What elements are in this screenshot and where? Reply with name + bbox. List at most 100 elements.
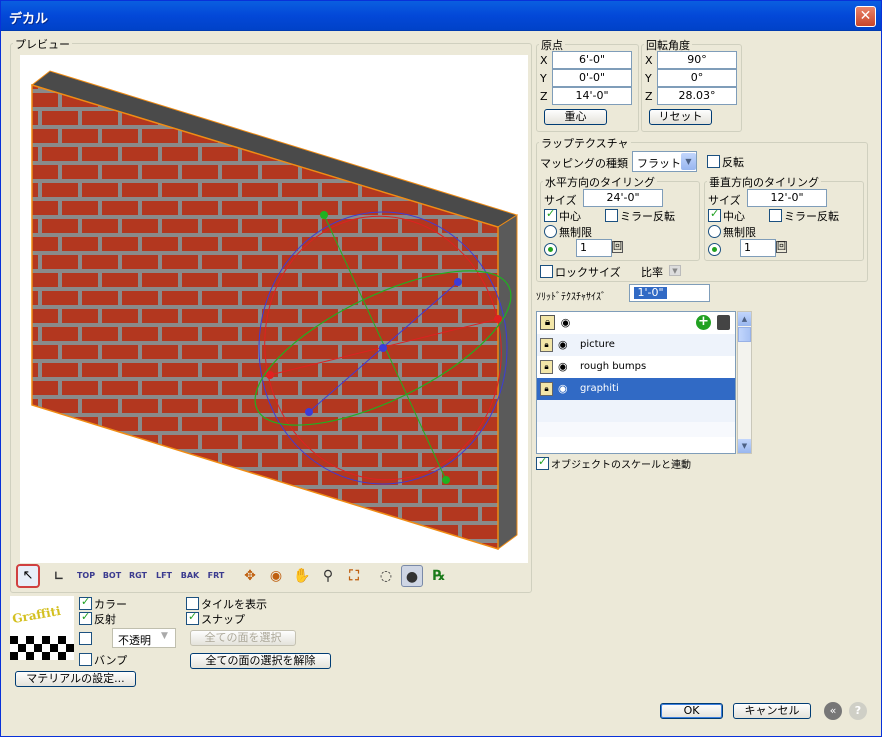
axis-view-button[interactable]: ∟	[48, 565, 70, 587]
chevron-down-icon: ▼	[681, 153, 696, 170]
help-icon[interactable]: ?	[849, 702, 867, 720]
eye-icon[interactable]: ◉	[558, 334, 568, 356]
lock-icon[interactable]: 🔒︎	[540, 360, 553, 374]
rotation-y-field[interactable]: 0°	[657, 69, 737, 87]
preview-canvas[interactable]	[20, 55, 528, 563]
title-bar: デカル ✕	[1, 1, 881, 31]
origin-z-field[interactable]: 14'-0"	[552, 87, 632, 105]
layer-row[interactable]: 🔒︎ ◉ picture	[537, 334, 735, 356]
lock-icon[interactable]: 🔒︎	[540, 315, 555, 330]
layers-header: 🔒︎ ◉ +	[537, 312, 735, 334]
origin-x-label: X	[540, 54, 548, 67]
horizontal-tiling-label: 水平方向のタイリング	[543, 174, 657, 190]
v-infinite-radio[interactable]	[708, 225, 721, 238]
zoom-icon[interactable]: ⚲	[317, 565, 339, 587]
close-button[interactable]: ✕	[855, 6, 876, 27]
zoom-extents-icon[interactable]: ⛶	[343, 565, 365, 587]
back-icon[interactable]: «	[824, 702, 842, 720]
origin-x-field[interactable]: 6'-0"	[552, 51, 632, 69]
show-tiles-checkbox[interactable]	[186, 597, 199, 610]
h-count-field[interactable]: 1	[576, 239, 612, 257]
pan-hand-icon[interactable]: ✋	[291, 565, 313, 587]
render-icon[interactable]: ℞	[428, 565, 450, 587]
wrap-texture-label: ラップテクスチャ	[539, 135, 631, 151]
ratio-label: 比率	[641, 266, 663, 279]
color-checkbox[interactable]	[79, 595, 92, 610]
flip-label: 反転	[722, 156, 744, 169]
reset-button[interactable]: リセット	[649, 109, 712, 125]
bump-label: バンプ	[94, 654, 128, 667]
v-count-radio[interactable]	[708, 243, 721, 256]
snap-label: スナップ	[201, 613, 245, 626]
walk-icon[interactable]: ◉	[265, 565, 287, 587]
layers-list[interactable]: 🔒︎ ◉ + 🔒︎ ◉ picture 🔒︎ ◉ rough bumps 🔒︎ …	[536, 311, 736, 454]
layer-row-empty	[537, 422, 735, 437]
opacity-select[interactable]: 不透明 ▼	[112, 628, 176, 648]
solid-texture-size-selection: 1'-0"	[634, 287, 667, 299]
v-mirror-checkbox[interactable]	[769, 209, 782, 222]
add-layer-icon[interactable]: +	[696, 315, 711, 330]
eye-icon[interactable]: ◉	[558, 356, 568, 378]
opacity-checkbox[interactable]	[79, 632, 92, 645]
layer-name: rough bumps	[580, 361, 647, 372]
layers-scrollbar[interactable]: ▲ ▼	[737, 311, 752, 454]
h-mirror-checkbox[interactable]	[605, 209, 618, 222]
solid-texture-size-label: ｿﾘｯﾄﾞﾃｸｽﾁｬｻｲｽﾞ	[536, 292, 606, 303]
h-infinite-radio[interactable]	[544, 225, 557, 238]
material-settings-button[interactable]: マテリアルの設定...	[15, 671, 136, 687]
ratio-dropdown-button[interactable]: ▼	[669, 265, 681, 276]
rotation-x-field[interactable]: 90°	[657, 51, 737, 69]
lock-icon[interactable]: 🔒︎	[540, 338, 553, 352]
flip-checkbox[interactable]	[707, 155, 720, 168]
layer-row[interactable]: 🔒︎ ◉ rough bumps	[537, 356, 735, 378]
mapping-type-select[interactable]: フラット ▼	[632, 151, 697, 172]
v-size-label: サイズ	[708, 194, 741, 207]
eye-icon[interactable]: ◉	[558, 315, 573, 330]
view-back-button[interactable]: BAK	[179, 565, 201, 587]
preview-viewport[interactable]	[20, 55, 528, 563]
lock-size-label: ロックサイズ	[555, 266, 621, 279]
decal-dialog: デカル ✕ プレビュー ↖ ∟ TOP BOT RGT LFT BAK FRT …	[0, 0, 882, 737]
wireframe-icon[interactable]: ◌	[375, 565, 397, 587]
select-all-faces-button[interactable]: 全ての面を選択	[190, 630, 296, 646]
v-center-label: 中心	[723, 210, 745, 223]
view-front-button[interactable]: FRT	[205, 565, 227, 587]
cancel-button[interactable]: キャンセル	[733, 703, 811, 719]
h-size-field[interactable]: 24'-0"	[583, 189, 663, 207]
reflect-checkbox[interactable]	[79, 610, 92, 625]
center-button[interactable]: 重心	[544, 109, 607, 125]
bump-checkbox[interactable]	[79, 653, 92, 666]
scroll-up-button[interactable]: ▲	[738, 312, 751, 326]
shaded-icon[interactable]: ●	[401, 565, 423, 587]
eye-icon[interactable]: ◉	[558, 378, 568, 400]
reflect-label: 反射	[94, 613, 116, 626]
view-right-button[interactable]: RGT	[127, 565, 149, 587]
mapping-type-value: フラット	[637, 157, 681, 170]
link-scale-checkbox[interactable]	[536, 455, 549, 470]
view-top-button[interactable]: TOP	[75, 565, 97, 587]
h-count-radio[interactable]	[544, 243, 557, 256]
view-bottom-button[interactable]: BOT	[101, 565, 123, 587]
rotation-z-field[interactable]: 28.03°	[657, 87, 737, 105]
orbit-icon[interactable]: ✥	[239, 565, 261, 587]
ok-button[interactable]: OK	[660, 703, 723, 719]
v-center-checkbox[interactable]	[708, 207, 721, 222]
v-count-field[interactable]: 1	[740, 239, 776, 257]
preview-label: プレビュー	[13, 36, 72, 52]
layer-row[interactable]: 🔒︎ ◉ graphiti	[537, 378, 735, 400]
origin-y-field[interactable]: 0'-0"	[552, 69, 632, 87]
chevron-down-icon: ▼	[161, 631, 168, 641]
lock-icon[interactable]: 🔒︎	[540, 382, 553, 396]
select-tool-button[interactable]: ↖	[16, 564, 40, 588]
origin-z-label: Z	[540, 90, 548, 103]
material-thumbnail: Graffiti	[10, 596, 74, 660]
view-left-button[interactable]: LFT	[153, 565, 175, 587]
scroll-down-button[interactable]: ▼	[738, 439, 751, 453]
deselect-all-faces-button[interactable]: 全ての面の選択を解除	[190, 653, 331, 669]
scroll-thumb[interactable]	[738, 327, 751, 342]
v-size-field[interactable]: 12'-0"	[747, 189, 827, 207]
snap-checkbox[interactable]	[186, 610, 199, 625]
h-center-checkbox[interactable]	[544, 207, 557, 222]
trash-icon[interactable]	[717, 315, 730, 330]
lock-size-checkbox[interactable]	[540, 265, 553, 278]
